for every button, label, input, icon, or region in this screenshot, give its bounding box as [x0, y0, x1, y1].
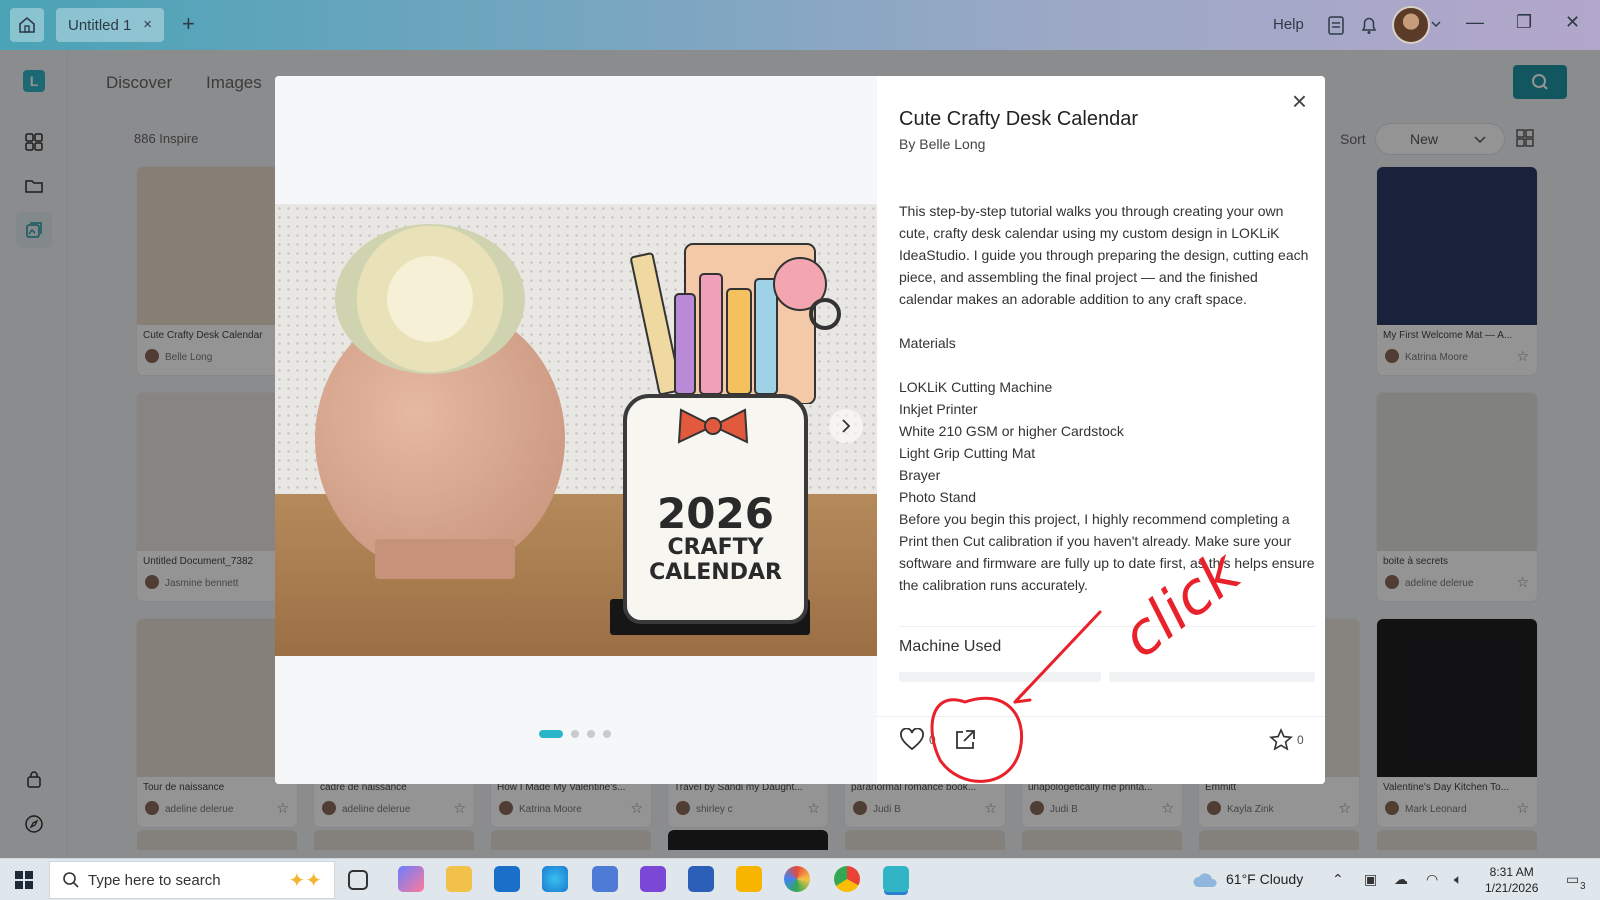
next-image-button[interactable] [829, 409, 863, 443]
taskbar-search-placeholder: Type here to search [88, 871, 221, 889]
material-item: Brayer [899, 467, 941, 483]
calendar-line-1: CRAFTY [667, 534, 764, 560]
flower [335, 224, 525, 374]
copilot-icon[interactable] [398, 866, 424, 892]
bell-icon[interactable] [1358, 14, 1380, 36]
project-image: 2026 CRAFTY CALENDAR [275, 204, 877, 656]
tab-close-button[interactable]: × [143, 16, 152, 33]
calendar-line-2: CALENDAR [649, 560, 782, 585]
search-icon [63, 872, 79, 888]
materials-heading: Materials [899, 335, 956, 351]
project-author[interactable]: By Belle Long [899, 136, 985, 152]
star-icon [1269, 728, 1293, 751]
slide-indicator [539, 730, 611, 738]
app-icon[interactable] [592, 866, 618, 892]
clipboard-icon[interactable] [1325, 14, 1347, 36]
restore-button[interactable]: ❐ [1516, 12, 1532, 33]
app-icon[interactable] [736, 866, 762, 892]
calibration-note: Before you begin this project, I highly … [899, 511, 1315, 593]
help-link[interactable]: Help [1273, 16, 1304, 33]
share-button[interactable] [953, 728, 977, 752]
title-bar: Untitled 1 × + Help — ❐ ✕ [0, 0, 1600, 50]
device-icon[interactable]: ▣ [1364, 871, 1377, 888]
minimize-button[interactable]: — [1466, 12, 1484, 33]
project-details: Cute Crafty Desk Calendar By Belle Long … [877, 76, 1325, 784]
slide-dot-1[interactable] [539, 730, 563, 738]
sparkle-icon: ✦✦ [288, 870, 322, 892]
outlook-icon[interactable] [494, 866, 520, 892]
wifi-icon[interactable]: ◠ [1426, 871, 1438, 888]
material-item: Light Grip Cutting Mat [899, 445, 1036, 461]
volume-icon[interactable]: 🔈︎ [1454, 871, 1462, 888]
bow-illustration [677, 408, 749, 444]
windows-taskbar: Type here to search ✦✦ 61°F Cloudy ⌃ ▣ ☁… [0, 858, 1600, 900]
chevron-down-icon[interactable] [1430, 18, 1442, 30]
project-detail-modal: 2026 CRAFTY CALENDAR Cute Crafty Desk Ca… [275, 76, 1325, 784]
material-item: LOKLiK Cutting Machine [899, 379, 1053, 395]
heart-icon [900, 728, 924, 751]
task-view-icon[interactable] [348, 870, 368, 890]
vase-base [375, 539, 515, 579]
clock-time: 8:31 AM [1489, 865, 1534, 879]
chevron-right-icon [842, 419, 851, 433]
chrome-icon[interactable] [834, 866, 860, 892]
cloud-icon [1193, 873, 1217, 887]
calendar-year: 2026 [657, 488, 774, 538]
project-description: This step-by-step tutorial walks you thr… [899, 200, 1315, 596]
slide-dot-3[interactable] [587, 730, 595, 738]
edge-icon[interactable] [542, 866, 568, 892]
image-gallery: 2026 CRAFTY CALENDAR [275, 76, 877, 784]
taskbar-clock[interactable]: 8:31 AM 1/21/2026 [1485, 864, 1538, 896]
chevron-up-icon[interactable]: ⌃ [1332, 871, 1344, 888]
close-window-button[interactable]: ✕ [1565, 12, 1580, 33]
like-count: 0 [929, 733, 936, 747]
material-item: Inkjet Printer [899, 401, 978, 417]
like-button[interactable]: 0 [899, 728, 936, 752]
pencil-cup-illustration [630, 243, 841, 404]
onedrive-icon[interactable]: ☁ [1394, 871, 1408, 888]
share-icon [956, 730, 975, 749]
material-item: White 210 GSM or higher Cardstock [899, 423, 1124, 439]
slide-dot-4[interactable] [603, 730, 611, 738]
project-title: Cute Crafty Desk Calendar [899, 108, 1138, 130]
user-avatar[interactable] [1392, 6, 1430, 44]
loklik-app-icon[interactable] [883, 866, 909, 892]
machine-placeholder [899, 672, 1101, 682]
weather-status[interactable]: 61°F Cloudy [1226, 871, 1303, 887]
material-item: Photo Stand [899, 489, 977, 505]
windows-start-icon[interactable] [14, 870, 34, 890]
close-modal-button[interactable]: × [1292, 86, 1307, 117]
add-tab-button[interactable]: + [182, 11, 195, 37]
tab-title: Untitled 1 [68, 16, 132, 34]
machine-used-heading: Machine Used [899, 638, 1002, 655]
notification-icon[interactable]: ▭ [1566, 871, 1579, 888]
home-button[interactable] [10, 8, 44, 42]
home-icon [19, 16, 35, 33]
clock-date: 1/21/2026 [1485, 881, 1539, 895]
machine-placeholder [1109, 672, 1315, 682]
favorite-button[interactable]: 0 [1269, 728, 1304, 752]
divider [899, 626, 1315, 627]
slide-dot-2[interactable] [571, 730, 579, 738]
star-count: 0 [1297, 733, 1304, 747]
notification-count: 3 [1580, 881, 1586, 892]
description-text: This step-by-step tutorial walks you thr… [899, 203, 1309, 307]
app-icon[interactable] [640, 866, 666, 892]
document-tab[interactable]: Untitled 1 × [56, 8, 164, 42]
store-icon[interactable] [688, 866, 714, 892]
taskbar-search-input[interactable]: Type here to search ✦✦ [49, 861, 335, 899]
app-icon[interactable] [784, 866, 810, 892]
divider [877, 716, 1325, 717]
file-explorer-icon[interactable] [446, 866, 472, 892]
